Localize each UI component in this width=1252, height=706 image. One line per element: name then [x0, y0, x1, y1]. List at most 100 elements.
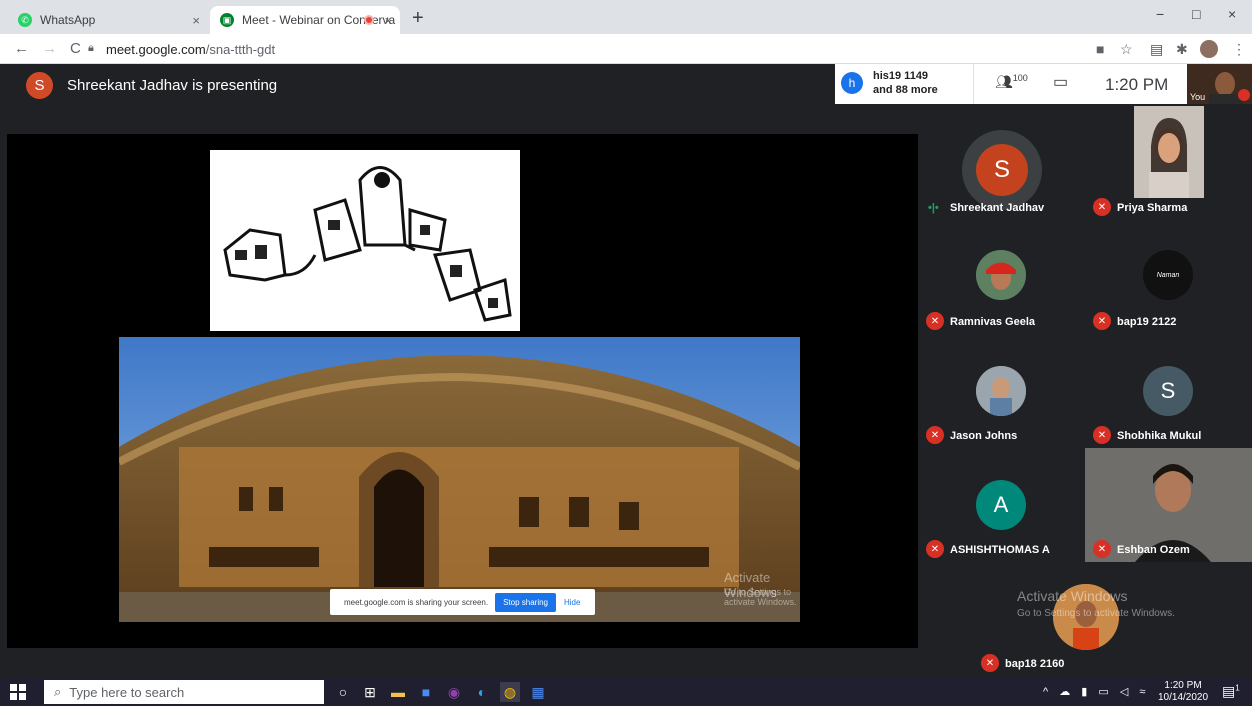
url-host: meet.google.com: [106, 42, 206, 57]
windows-start-icon[interactable]: [10, 684, 26, 700]
participant-tile[interactable]: Naman ✕ bap19 2122: [1085, 220, 1252, 334]
taskbar-search[interactable]: ⌕ Type here to search: [44, 680, 324, 704]
close-tab-icon[interactable]: ×: [384, 13, 392, 28]
system-tray[interactable]: ^ ☁ ▮ ▭ ◁ ≈: [1043, 685, 1149, 698]
tab-meet[interactable]: ▣ Meet - Webinar on Conserva ×: [210, 6, 400, 34]
mic-off-icon: ✕: [1093, 426, 1111, 444]
participant-name: Ramnivas Geela: [950, 316, 1035, 328]
participant-tile[interactable]: S •|• Shreekant Jadhav: [918, 106, 1085, 220]
search-placeholder: Type here to search: [69, 684, 185, 700]
avatar: S: [1143, 366, 1193, 416]
maximize-button[interactable]: □: [1192, 6, 1200, 22]
participant-tile[interactable]: S ✕ Shobhika Mukul: [1085, 334, 1252, 448]
notification-icon[interactable]: ▤1: [1222, 683, 1240, 700]
avatar: A: [976, 480, 1026, 530]
speaking-icon: •|•: [928, 202, 939, 214]
stop-sharing-button[interactable]: Stop sharing: [495, 592, 556, 612]
cortana-icon[interactable]: ○: [333, 682, 353, 702]
url-path: /sna-ttth-gdt: [205, 42, 276, 57]
participants-line1: his19 1149: [873, 70, 929, 82]
participant-name: ASHISHTHOMAS A: [950, 544, 1050, 556]
mic-off-icon: ✕: [981, 654, 999, 672]
meeting-time: 1:20 PM: [1105, 75, 1169, 94]
avatar-ring: S: [962, 130, 1042, 210]
file-explorer-icon[interactable]: ▬: [388, 682, 408, 702]
avatar: [976, 250, 1026, 300]
participants-summary[interactable]: his19 1149 and 88 more: [873, 69, 938, 97]
participant-name: Jason Johns: [950, 430, 1018, 442]
participant-name: Eshban Ozem: [1117, 544, 1190, 556]
clock-date: 10/14/2020: [1158, 692, 1209, 703]
participant-tile[interactable]: ✕ Eshban Ozem: [1085, 448, 1252, 562]
participant-tile[interactable]: ✕ Priya Sharma: [1085, 106, 1252, 220]
zoom-icon[interactable]: ■: [416, 682, 436, 702]
address-bar: ← → C 🔒︎ meet.google.com/sna-ttth-gdt ■ …: [0, 34, 1252, 64]
browser-tab-bar: ✆ WhatsApp × ▣ Meet - Webinar on Conserv…: [0, 0, 1252, 34]
chrome-icon[interactable]: ◍: [500, 682, 520, 702]
participant-grid: S •|• Shreekant Jadhav ✕ Priya Sharma ✕ …: [918, 106, 1252, 678]
camera-icon[interactable]: ■: [1096, 41, 1104, 57]
minimize-button[interactable]: −: [1156, 6, 1164, 22]
hide-button[interactable]: Hide: [564, 598, 580, 607]
close-tab-icon[interactable]: ×: [192, 13, 200, 28]
menu-icon[interactable]: ⋮: [1232, 41, 1246, 58]
top-right-panel: h his19 1149 and 88 more 👥︎100 ▭ 1:20 PM…: [835, 64, 1252, 106]
participant-name: Priya Sharma: [1117, 202, 1188, 214]
bhaja-caves-photo: Activate Windows Go to Settings to activ…: [119, 337, 800, 622]
share-status-text: meet.google.com is sharing your screen.: [344, 597, 489, 607]
extensions-icon[interactable]: ✱: [1176, 41, 1188, 58]
media-player-icon[interactable]: ◉: [444, 682, 464, 702]
participant-name: Shobhika Mukul: [1117, 430, 1202, 442]
url-field[interactable]: meet.google.com/sna-ttth-gdt: [106, 42, 275, 57]
people-button[interactable]: 👥︎100: [995, 73, 1028, 91]
self-view-tile[interactable]: You: [1187, 64, 1252, 106]
close-window-button[interactable]: ×: [1228, 6, 1236, 22]
meet-window: S Shreekant Jadhav is presenting h his19…: [0, 64, 1252, 678]
back-button[interactable]: ←: [14, 40, 29, 57]
presentation-stage: Activate Windows Go to Settings to activ…: [7, 134, 918, 648]
edge-icon[interactable]: ◐: [472, 682, 492, 702]
activate-windows-subtitle: Go to Settings to activate Windows.: [1017, 608, 1175, 619]
avatar: [976, 366, 1026, 416]
self-label: You: [1190, 92, 1206, 102]
divider: [973, 64, 974, 104]
task-view-icon[interactable]: ⊞: [360, 682, 380, 702]
presenter-avatar: S: [26, 72, 53, 99]
recording-icon: [364, 15, 374, 25]
participant-tile[interactable]: ✕ Ramnivas Geela: [918, 220, 1085, 334]
avatar: Naman: [1143, 250, 1193, 300]
reload-button[interactable]: C: [70, 40, 81, 57]
search-icon: ⌕: [54, 684, 62, 699]
participant-name: Shreekant Jadhav: [950, 202, 1045, 214]
tab-label: WhatsApp: [40, 13, 96, 27]
mic-off-icon: ✕: [1093, 312, 1111, 330]
activate-windows-title: Activate Windows: [1017, 588, 1128, 604]
new-tab-button[interactable]: +: [412, 7, 424, 30]
mic-off-icon: ✕: [926, 540, 944, 558]
chat-icon[interactable]: ▭: [1053, 72, 1068, 92]
cave-floor-plan-image: [210, 150, 520, 331]
notification-count: 1: [1235, 683, 1240, 693]
participants-line2: and 88 more: [873, 84, 938, 96]
app-icon[interactable]: ▦: [528, 682, 548, 702]
participant-name: bap18 2160: [1005, 658, 1065, 670]
star-icon[interactable]: ☆: [1120, 41, 1133, 58]
pdf-extension-icon[interactable]: ▤: [1150, 41, 1163, 58]
profile-avatar[interactable]: [1200, 40, 1218, 58]
participant-avatar: h: [841, 72, 863, 94]
participant-tile[interactable]: ✕ Jason Johns: [918, 334, 1085, 448]
whatsapp-icon: ✆: [18, 13, 32, 27]
mic-off-icon: [1238, 89, 1250, 101]
taskbar-clock[interactable]: 1:20 PM 10/14/2020: [1158, 680, 1208, 704]
participant-tile[interactable]: Activate Windows Go to Settings to activ…: [973, 562, 1199, 678]
forward-button[interactable]: →: [42, 40, 57, 57]
participant-name: bap19 2122: [1117, 316, 1177, 328]
taskbar: ⌕ Type here to search ○ ⊞ ▬ ■ ◉ ◐ ◍ ▦ ^ …: [0, 678, 1252, 706]
participant-tile[interactable]: A ✕ ASHISHTHOMAS A: [918, 448, 1085, 562]
presenting-label: Shreekant Jadhav is presenting: [67, 77, 278, 94]
clock-time: 1:20 PM: [1164, 680, 1202, 691]
lock-icon: 🔒︎: [88, 42, 94, 54]
mic-off-icon: ✕: [1093, 540, 1111, 558]
tab-whatsapp[interactable]: ✆ WhatsApp ×: [18, 6, 208, 34]
participant-count: 100: [1012, 73, 1028, 83]
